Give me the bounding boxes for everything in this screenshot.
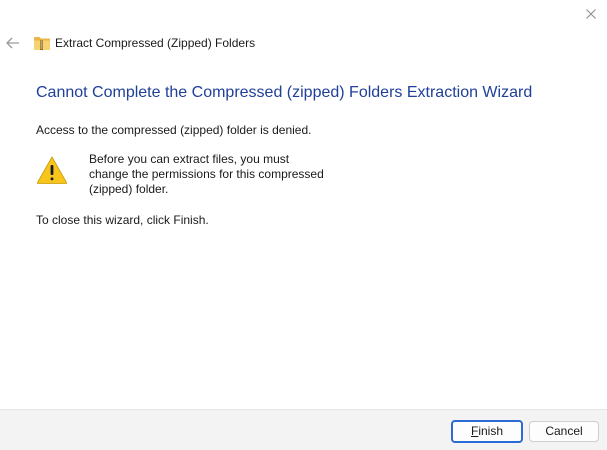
access-denied-message: Access to the compressed (zipped) folder… (36, 123, 312, 137)
wizard-header: Extract Compressed (Zipped) Folders (0, 32, 607, 56)
warning-line: (zipped) folder. (89, 182, 169, 196)
warning-icon (36, 156, 68, 184)
finish-label: inish (478, 424, 504, 438)
title-bar (0, 0, 607, 30)
cancel-button[interactable]: Cancel (529, 421, 599, 442)
close-instruction: To close this wizard, click Finish. (36, 213, 209, 227)
warning-line: Before you can extract files, you must (89, 152, 290, 166)
back-arrow-icon (6, 37, 19, 49)
page-heading: Cannot Complete the Compressed (zipped) … (36, 84, 533, 101)
zip-folder-icon (34, 37, 50, 50)
wizard-title: Extract Compressed (Zipped) Folders (55, 36, 256, 50)
finish-button[interactable]: Finish (451, 420, 523, 443)
warning-line: change the permissions for this compress… (89, 167, 324, 181)
close-icon (586, 9, 596, 19)
warning-message: Before you can extract files, you must c… (89, 152, 339, 197)
close-button[interactable] (575, 0, 607, 28)
back-button[interactable] (3, 32, 23, 54)
button-bar: Finish Cancel (0, 409, 607, 450)
